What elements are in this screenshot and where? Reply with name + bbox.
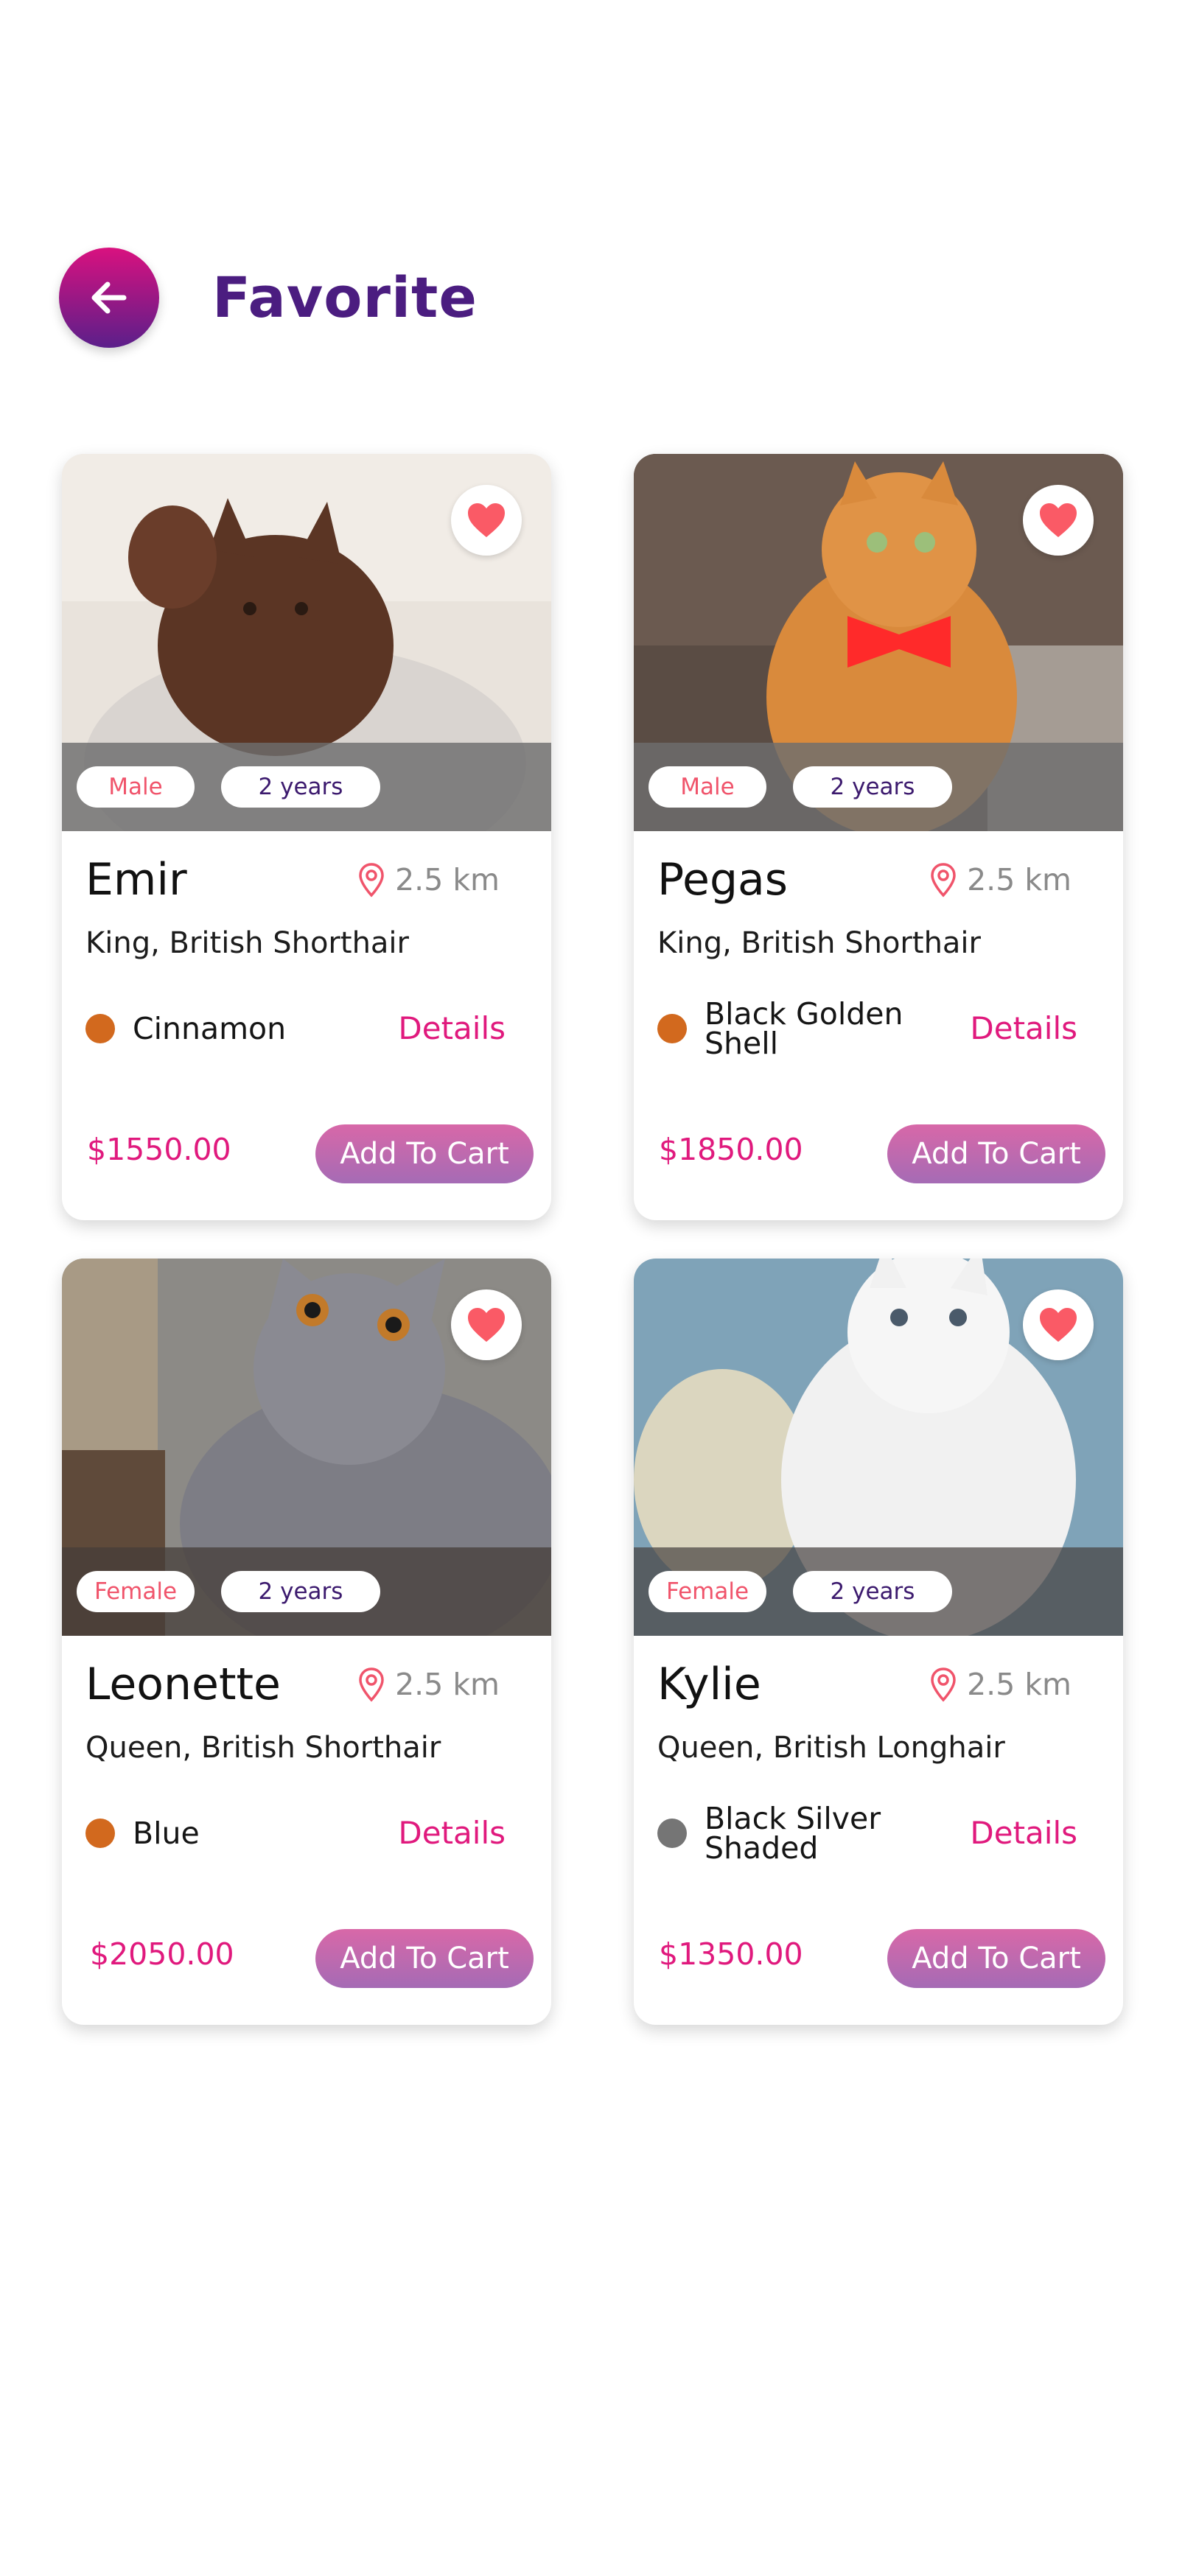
favorite-toggle[interactable]	[1023, 485, 1094, 556]
price: $2050.00	[90, 1936, 234, 1972]
arrow-left-icon	[91, 281, 127, 314]
coat-color: Blue	[85, 1796, 354, 1870]
price: $1350.00	[659, 1936, 803, 1972]
add-to-cart-button[interactable]: Add To Cart	[887, 1929, 1105, 1988]
heart-icon	[1040, 503, 1077, 537]
distance: 2.5 km	[929, 1662, 1072, 1707]
heart-icon	[1040, 1308, 1077, 1342]
page-title: Favorite	[212, 265, 478, 330]
details-link[interactable]: Details	[398, 1008, 506, 1049]
coat-color: Cinnamon	[85, 992, 354, 1065]
breed-label: King, British Shorthair	[85, 926, 409, 960]
distance: 2.5 km	[929, 858, 1072, 902]
color-swatch	[657, 1014, 687, 1043]
pet-name: Kylie	[657, 1659, 761, 1710]
pet-name: Leonette	[85, 1659, 281, 1710]
pet-name: Pegas	[657, 854, 789, 906]
pet-card[interactable]: Male 2 years Emir 2.5 km King, British S…	[62, 454, 551, 1220]
heart-icon	[468, 503, 505, 537]
breed-label: Queen, British Shorthair	[85, 1731, 441, 1765]
color-name: Black Golden Shell	[705, 996, 903, 1061]
add-to-cart-button[interactable]: Add To Cart	[315, 1929, 534, 1988]
favorite-toggle[interactable]	[1023, 1289, 1094, 1360]
pet-card[interactable]: Female 2 years Kylie 2.5 km Queen, Briti…	[634, 1259, 1123, 2025]
age-badge: 2 years	[221, 766, 380, 808]
distance: 2.5 km	[357, 1662, 500, 1707]
breed-label: King, British Shorthair	[657, 926, 981, 960]
details-link[interactable]: Details	[970, 1008, 1077, 1049]
details-link[interactable]: Details	[970, 1813, 1077, 1854]
distance-label: 2.5 km	[395, 862, 500, 897]
breed-label: Queen, British Longhair	[657, 1731, 1005, 1765]
age-badge: 2 years	[793, 1571, 952, 1612]
distance-label: 2.5 km	[967, 862, 1072, 897]
details-link[interactable]: Details	[398, 1813, 506, 1854]
gender-badge: Male	[649, 766, 766, 808]
gender-badge: Male	[77, 766, 195, 808]
price: $1850.00	[659, 1132, 803, 1167]
coat-color: Black Golden Shell	[657, 992, 926, 1065]
price: $1550.00	[87, 1132, 231, 1167]
location-pin-icon	[359, 863, 384, 897]
gender-badge: Female	[77, 1571, 195, 1612]
age-badge: 2 years	[793, 766, 952, 808]
distance-label: 2.5 km	[967, 1667, 1072, 1702]
color-name: Blue	[133, 1816, 200, 1851]
coat-color: Black Silver Shaded	[657, 1796, 926, 1870]
color-swatch	[657, 1819, 687, 1848]
location-pin-icon	[359, 1667, 384, 1702]
color-name: Black Silver Shaded	[705, 1801, 881, 1866]
distance-label: 2.5 km	[395, 1667, 500, 1702]
pet-card[interactable]: Female 2 years Leonette 2.5 km Queen, Br…	[62, 1259, 551, 2025]
color-name: Cinnamon	[133, 1011, 287, 1046]
add-to-cart-button[interactable]: Add To Cart	[887, 1124, 1105, 1183]
pet-card[interactable]: Male 2 years Pegas 2.5 km King, British …	[634, 454, 1123, 1220]
color-swatch	[85, 1014, 115, 1043]
back-button[interactable]	[59, 248, 159, 348]
gender-badge: Female	[649, 1571, 766, 1612]
age-badge: 2 years	[221, 1571, 380, 1612]
favorite-toggle[interactable]	[451, 485, 522, 556]
heart-icon	[468, 1308, 505, 1342]
pet-name: Emir	[85, 854, 187, 906]
location-pin-icon	[931, 1667, 956, 1702]
favorite-toggle[interactable]	[451, 1289, 522, 1360]
favorites-screen: Favorite Male 2 years Emir 2.5 km King, …	[0, 0, 1185, 2576]
distance: 2.5 km	[357, 858, 500, 902]
color-swatch	[85, 1819, 115, 1848]
location-pin-icon	[931, 863, 956, 897]
add-to-cart-button[interactable]: Add To Cart	[315, 1124, 534, 1183]
